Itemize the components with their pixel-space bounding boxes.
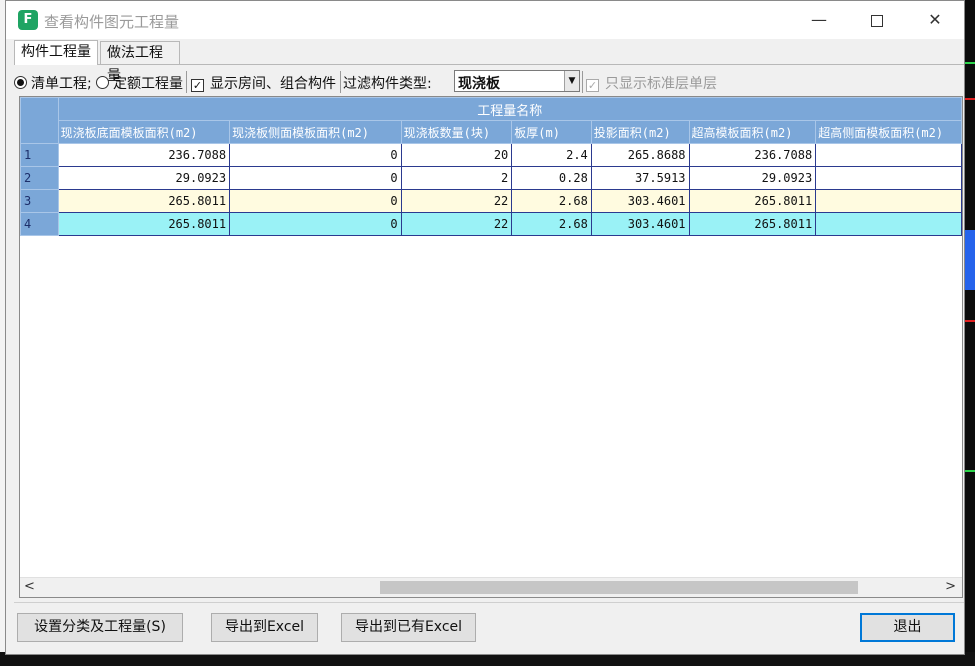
table-cell[interactable]: 265.8011 [57,189,231,213]
table-row[interactable]: 2 29.0923 0 2 0.28 37.5913 29.0923 [20,166,962,190]
table-cell[interactable]: 265.8011 [57,212,231,236]
bg-line [965,98,975,100]
column-header[interactable]: 超高模板面积(m2) [688,120,817,144]
maximize-icon [871,14,883,27]
export-excel-button[interactable]: 导出到Excel [211,613,318,642]
table-cell[interactable] [815,212,962,236]
row-number[interactable]: 2 [20,166,59,190]
table-cell[interactable]: 236.7088 [688,143,817,167]
tab-component-quantity[interactable]: 构件工程量 [14,40,98,65]
horizontal-scrollbar[interactable]: < > [20,577,962,597]
table-cell[interactable]: 22 [400,189,513,213]
table-cell[interactable]: 236.7088 [57,143,231,167]
export-existing-excel-button[interactable]: 导出到已有Excel [341,613,476,642]
table-cell[interactable]: 265.8011 [688,212,817,236]
bg-line [965,230,975,290]
bg-line [965,320,975,322]
table-cell[interactable]: 29.0923 [688,166,817,190]
radio-list-quantity[interactable]: 清单工程; [14,73,92,93]
table-cell[interactable]: 0.28 [511,166,592,190]
chevron-down-icon: ▼ [564,71,579,91]
tab-method-quantity[interactable]: 做法工程量 [100,41,180,84]
separator [186,71,187,93]
row-header-corner [20,97,59,144]
background-app-right-edge [965,0,975,666]
table-cell[interactable]: 0 [229,143,402,167]
table-cell[interactable]: 2.68 [511,212,592,236]
checkbox-show-rooms[interactable]: ✓ 显示房间、组合构件 [191,73,336,93]
table-cell[interactable]: 37.5913 [590,166,690,190]
table-cell[interactable]: 2 [400,166,513,190]
table-cell[interactable]: 303.4601 [590,212,690,236]
close-button[interactable]: ✕ [912,1,958,39]
quantity-dialog: F 查看构件图元工程量 — ✕ 构件工程量 做法工程量 清单工程; 定额工程量 … [5,0,965,655]
table-row[interactable]: 1 236.7088 0 20 2.4 265.8688 236.7088 [20,143,962,167]
exit-button[interactable]: 退出 [860,613,955,642]
options-bar: 清单工程; 定额工程量 ✓ 显示房间、组合构件 过滤构件类型: 现浇板 ▼ ✓ 只显… [14,69,964,95]
table-cell[interactable]: 22 [400,212,513,236]
column-header[interactable]: 现浇板侧面模板面积(m2) [229,120,402,144]
separator [340,71,341,93]
table-cell[interactable] [815,143,962,167]
row-number[interactable]: 1 [20,143,59,167]
filter-component-type-select[interactable]: 现浇板 ▼ [454,70,580,92]
radio-empty-icon [96,76,109,89]
table-cell[interactable]: 265.8011 [688,189,817,213]
settings-button[interactable]: 设置分类及工程量(S) [17,613,183,642]
column-header[interactable]: 投影面积(m2) [590,120,690,144]
table-cell[interactable]: 0 [229,189,402,213]
quantity-table: 工程量名称 现浇板底面模板面积(m2) 现浇板侧面模板面积(m2) 现浇板数量(… [19,96,963,598]
column-header[interactable]: 板厚(m) [511,120,592,144]
group-header: 工程量名称 [57,97,962,121]
app-logo-icon: F [18,10,38,30]
tab-panel-border [14,64,964,65]
table-cell[interactable]: 303.4601 [590,189,690,213]
bg-line [965,470,975,472]
bg-line [965,62,975,64]
table-cell[interactable]: 20 [400,143,513,167]
radio-quota-quantity[interactable]: 定额工程量 [96,73,183,93]
table-cell[interactable] [815,166,962,190]
scrollbar-thumb[interactable] [380,581,858,594]
column-header[interactable]: 现浇板底面模板面积(m2) [57,120,231,144]
title-bar: F 查看构件图元工程量 — ✕ [6,1,964,39]
checkbox-checked-icon: ✓ [191,79,204,92]
minimize-icon: — [811,10,827,29]
table-cell[interactable]: 0 [229,166,402,190]
row-number[interactable]: 4 [20,212,59,236]
close-icon: ✕ [928,10,942,29]
table-cell[interactable]: 0 [229,212,402,236]
radio-selected-icon [14,76,27,89]
row-number[interactable]: 3 [20,189,59,213]
minimize-button[interactable]: — [796,1,842,39]
table-cell[interactable]: 2.68 [511,189,592,213]
column-header[interactable]: 超高侧面模板面积(m2) [815,120,962,144]
table-row-selected[interactable]: 4 265.8011 0 22 2.68 303.4601 265.8011 [20,212,962,236]
table-cell[interactable]: 2.4 [511,143,592,167]
chevron-left-icon[interactable]: < [24,579,35,594]
button-area-divider [14,602,964,603]
checkbox-standard-floor[interactable]: ✓ 只显示标准层单层 [586,73,717,93]
table-cell[interactable] [815,189,962,213]
chevron-right-icon[interactable]: > [945,579,956,594]
maximize-button[interactable] [854,1,900,39]
table-cell[interactable]: 265.8688 [590,143,690,167]
checkbox-disabled-icon: ✓ [586,79,599,92]
separator [582,71,583,93]
column-header[interactable]: 现浇板数量(块) [400,120,513,144]
table-row[interactable]: 3 265.8011 0 22 2.68 303.4601 265.8011 [20,189,962,213]
quantity-grid: 工程量名称 现浇板底面模板面积(m2) 现浇板侧面模板面积(m2) 现浇板数量(… [20,97,962,236]
window-title: 查看构件图元工程量 [44,13,180,31]
filter-label: 过滤构件类型: [343,76,432,92]
table-cell[interactable]: 29.0923 [57,166,231,190]
filter-select-value: 现浇板 [458,76,500,92]
